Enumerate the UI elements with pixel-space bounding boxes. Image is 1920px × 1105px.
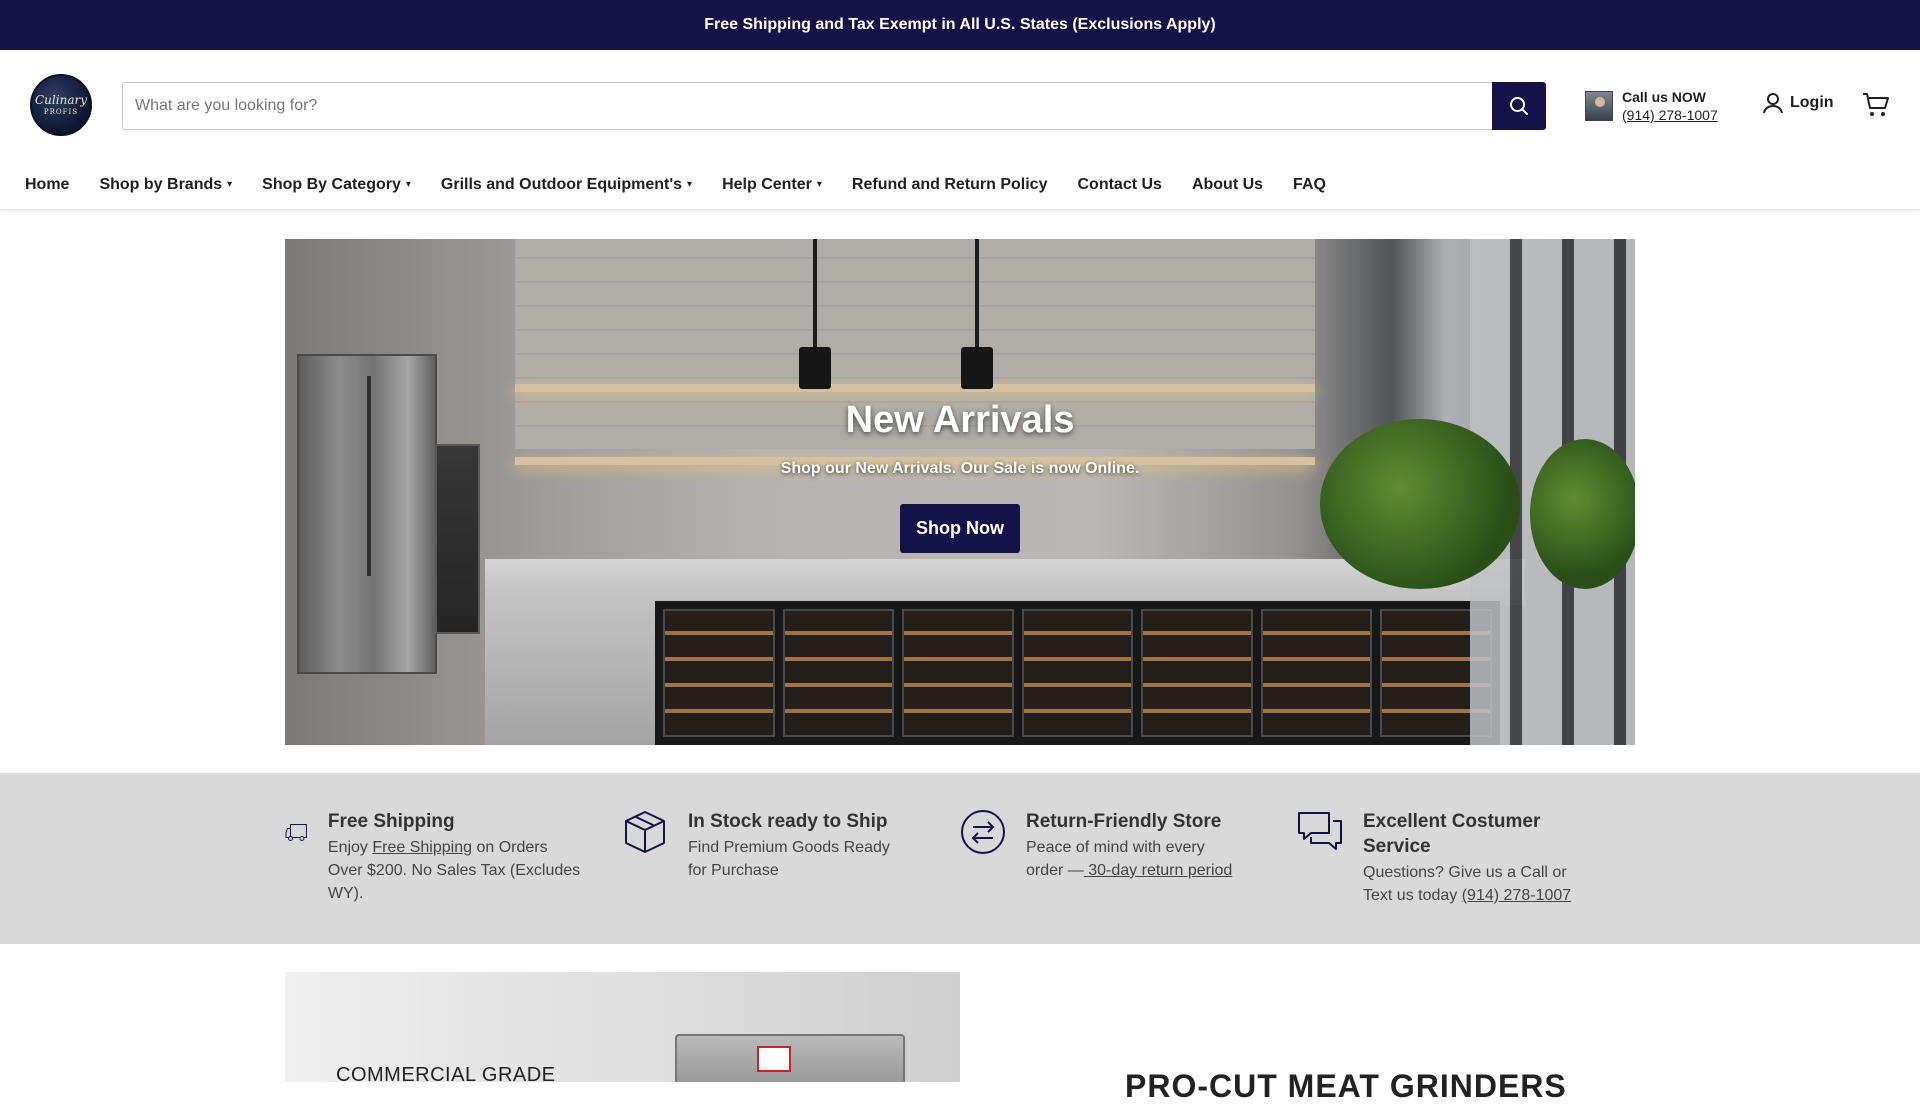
nav-item-grills-and-outdoor-equipment-s[interactable]: Grills and Outdoor Equipment's ▾ [441,176,692,194]
login-link[interactable]: Login [1762,92,1834,114]
nav-item-label: Shop By Category [262,175,401,193]
chevron-down-icon: ▾ [687,179,693,190]
return-arrows-icon [961,810,1005,854]
feature-desc: Enjoy Free Shipping on Orders Over $200.… [327,839,581,902]
phone-link[interactable]: (914) 278-1007 [1622,106,1718,124]
nav-item-label: FAQ [1293,175,1326,193]
user-icon [1763,93,1783,114]
nav-item-help-center[interactable]: Help Center ▾ [722,176,822,194]
nav-item-label: Grills and Outdoor Equipment's [440,175,683,193]
nav-item-about-us[interactable]: About Us [1192,176,1263,194]
main-nav: Home Shop by Brands ▾ Shop By Category ▾ Gril… [0,160,1920,210]
site-header: Culinary PROFIS Call us NOW (914) 278-10… [0,50,1920,160]
announcement-text: Free Shipping and Tax Exempt in All U.S.… [704,16,1216,33]
nav-item-label: About Us [1191,175,1264,193]
feature-title: In Stock ready to Ship [688,811,888,832]
feature-title: Excellent Costumer Service [1363,811,1541,857]
cart-button[interactable] [1862,92,1890,123]
section-title: PRO-CUT MEAT GRINDERS [1125,1068,1567,1104]
call-us-label: Call us NOW [1622,89,1707,105]
feature-free-shipping: Free Shipping Enjoy Free Shipping on Ord… [285,809,585,905]
nav-item-label: Home [25,175,70,193]
features-strip: Free Shipping Enjoy Free Shipping on Ord… [0,773,1920,944]
login-label: Login [1790,94,1834,111]
search-input[interactable] [122,82,1492,130]
hero-subtitle: Shop our New Arrivals. Our Sale is now O… [780,460,1140,477]
return-period-link[interactable]: 30-day return period [1084,862,1232,879]
hero-title: New Arrivals [845,399,1075,441]
feature-desc: Find Premium Goods Ready for Purchase [688,839,890,879]
chevron-down-icon: ▾ [816,179,822,190]
nav-item-label: Shop by Brands [99,175,223,193]
nav-item-faq[interactable]: FAQ [1293,176,1326,194]
search-bar [122,82,1546,130]
feature-in-stock: In Stock ready to Ship Find Premium Good… [622,809,912,882]
nav-item-refund-and-return-policy[interactable]: Refund and Return Policy [852,176,1048,194]
chevron-down-icon: ▾ [227,179,233,190]
promo-banner[interactable]: COMMERCIAL GRADE [285,972,960,1082]
logo-line-1: Culinary [35,93,87,107]
meat-grinder-image [675,1034,905,1082]
nav-item-shop-by-category[interactable]: Shop By Category ▾ [262,176,411,194]
search-icon [1510,97,1528,115]
hero-content: New Arrivals Shop our New Arrivals. Our … [285,399,1635,553]
search-button[interactable] [1492,82,1546,130]
hero-banner[interactable]: New Arrivals Shop our New Arrivals. Our … [285,239,1635,745]
chevron-down-icon: ▾ [405,179,411,190]
logo-line-2: PROFIS [43,108,79,116]
store-logo[interactable]: Culinary PROFIS [30,74,92,136]
box-icon [625,811,665,853]
feature-desc: Questions? Give us a Call or Text us tod… [1363,864,1572,904]
nav-item-label: Help Center [722,175,812,193]
feature-title: Free Shipping [327,811,455,832]
feature-title: Return-Friendly Store [1026,811,1222,832]
feature-phone-link[interactable]: (914) 278-1007 [1462,887,1571,904]
shop-now-button[interactable]: Shop Now [900,504,1020,553]
truck-icon [285,824,307,841]
support-agent-photo [1585,91,1613,121]
nav-item-contact-us[interactable]: Contact Us [1077,176,1161,194]
promo-caption: COMMERCIAL GRADE [336,1064,556,1082]
call-us-block: Call us NOW (914) 278-1007 [1585,88,1718,124]
nav-item-shop-by-brands[interactable]: Shop by Brands ▾ [99,176,232,194]
feature-customer-service: Excellent Costumer Service Questions? Gi… [1297,809,1597,907]
chat-bubbles-icon [1298,812,1342,850]
nav-item-home[interactable]: Home [25,176,69,194]
feature-desc: Peace of mind with every order — 30-day … [1026,839,1233,879]
free-shipping-link[interactable]: Free Shipping [372,839,472,856]
feature-return-friendly: Return-Friendly Store Peace of mind with… [960,809,1260,882]
announcement-bar: Free Shipping and Tax Exempt in All U.S.… [0,0,1920,50]
nav-item-label: Contact Us [1077,175,1162,193]
nav-item-label: Refund and Return Policy [851,175,1048,193]
cart-icon [1863,93,1889,116]
